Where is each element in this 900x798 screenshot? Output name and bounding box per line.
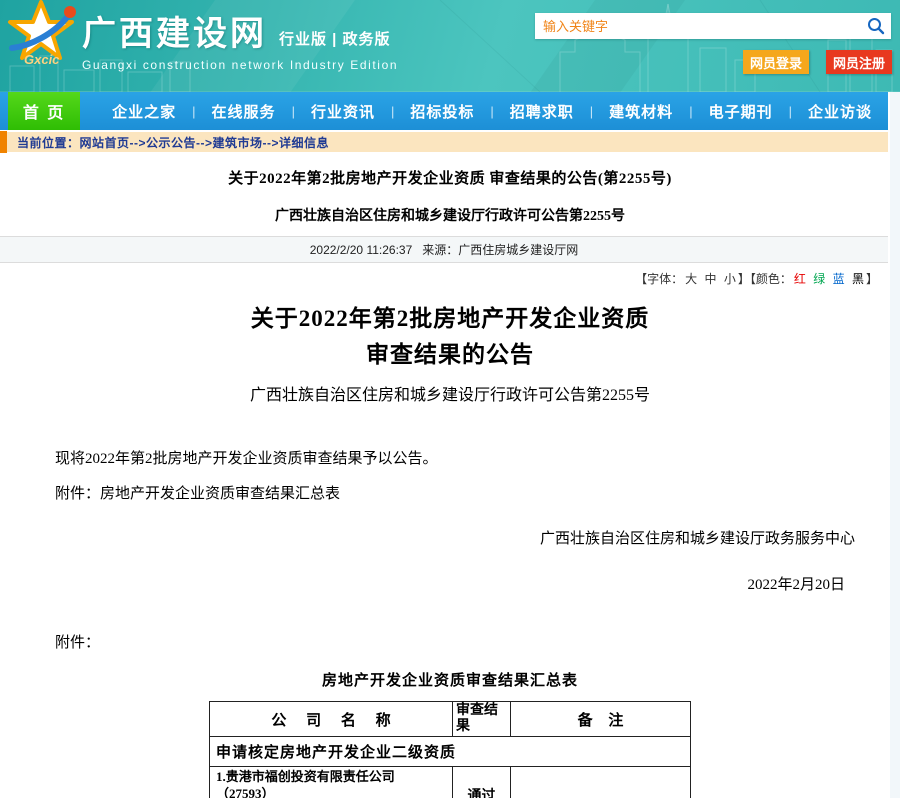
font-size-label: 【字体： — [635, 272, 683, 286]
source-label: 来源：广西住房城乡建设厅网 — [422, 241, 578, 258]
result-table: 公 司 名 称 审查结果 备 注 申请核定房地产开发企业二级资质 1.贵港市福创… — [209, 701, 691, 798]
nav-item[interactable]: 招标投标 — [394, 101, 490, 122]
nav-item[interactable]: 企业访谈 — [792, 101, 888, 122]
account-buttons: 网员登录 网员注册 — [743, 50, 892, 74]
page-edge-strip — [890, 92, 900, 798]
color-label: 【颜色： — [750, 272, 792, 286]
member-login-button[interactable]: 网员登录 — [743, 50, 809, 74]
search-box — [535, 13, 891, 39]
result-table-wrapper: 公 司 名 称 审查结果 备 注 申请核定房地产开发企业二级资质 1.贵港市福创… — [209, 701, 691, 798]
search-input[interactable] — [535, 14, 861, 38]
table-header-row: 公 司 名 称 审查结果 备 注 — [210, 702, 691, 737]
logo-text: Gxcic — [24, 52, 60, 67]
breadcrumb[interactable]: 当前位置：网站首页-->公示公告-->建筑市场-->详细信息 — [17, 134, 329, 151]
article-title: 关于2022年第2批房地产开发企业资质 审查结果的公告 — [0, 301, 900, 372]
article-title-line1: 关于2022年第2批房地产开发企业资质 — [0, 301, 900, 337]
issue-date: 2022年2月20日 — [0, 573, 900, 594]
site-logo-star-icon[interactable]: Gxcic — [4, 0, 78, 70]
color-blue[interactable]: 蓝 — [831, 272, 847, 286]
site-name: 广西建设网 — [82, 6, 267, 55]
section-label: 申请核定房地产开发企业二级资质 — [210, 737, 691, 767]
brand-block: 广西建设网 行业版 | 政务版 Guangxi construction net… — [82, 6, 398, 72]
company-name: 1.贵港市福创投资有限责任公司（27593） — [216, 769, 446, 798]
article-subtitle: 广西壮族自治区住房和城乡建设厅行政许可公告第2255号 — [0, 381, 900, 405]
font-size-large[interactable]: 大 — [683, 272, 699, 286]
main-nav: 首 页 企业之家|在线服务|行业资讯|招标投标|招聘求职|建筑材料|电子期刊|企… — [0, 92, 888, 130]
font-size-close: 】 — [738, 272, 750, 286]
search-icon — [867, 17, 885, 35]
publish-datetime: 2022/2/20 11:26:37 — [310, 243, 413, 257]
article-body: 关于2022年第2批房地产开发企业资质 审查结果的公告 广西壮族自治区住房和城乡… — [0, 301, 900, 798]
breadcrumb-bar: 当前位置：网站首页-->公示公告-->建筑市场-->详细信息 — [0, 130, 888, 152]
color-black[interactable]: 黑 — [850, 272, 866, 286]
table-row: 1.贵港市福创投资有限责任公司（27593）法定代表人：黄正良通过 — [210, 767, 691, 798]
article-paragraph: 现将2022年第2批房地产开发企业资质审查结果予以公告。 — [55, 447, 900, 468]
edition-links[interactable]: 行业版 | 政务版 — [279, 28, 391, 55]
header-result: 审查结果 — [453, 702, 511, 737]
table-body: 申请核定房地产开发企业二级资质 1.贵港市福创投资有限责任公司（27593）法定… — [210, 737, 691, 798]
color-close: 】 — [866, 272, 878, 286]
note-cell — [511, 767, 691, 798]
company-cell: 1.贵港市福创投资有限责任公司（27593）法定代表人：黄正良 — [210, 767, 453, 798]
article-title-line2: 审查结果的公告 — [0, 337, 900, 373]
site-tagline: Guangxi construction network Industry Ed… — [82, 58, 398, 72]
page-title: 关于2022年第2批房地产开发企业资质 审查结果的公告(第2255号) — [0, 167, 900, 188]
nav-item[interactable]: 企业之家 — [96, 101, 192, 122]
nav-item[interactable]: 招聘求职 — [494, 101, 590, 122]
header-note: 备 注 — [511, 702, 691, 737]
nav-item[interactable]: 在线服务 — [196, 101, 292, 122]
site-header: Gxcic 广西建设网 行业版 | 政务版 Guangxi constructi… — [0, 0, 900, 92]
page: Gxcic 广西建设网 行业版 | 政务版 Guangxi constructi… — [0, 0, 900, 798]
color-red[interactable]: 红 — [792, 272, 808, 286]
table-title: 房地产开发企业资质审查结果汇总表 — [0, 669, 900, 690]
view-controls: 【字体：大 中 小】【颜色：红 绿 蓝 黑】 — [0, 270, 878, 287]
page-subtitle: 广西壮族自治区住房和城乡建设厅行政许可公告第2255号 — [0, 205, 900, 225]
attachment-reference: 附件：房地产开发企业资质审查结果汇总表 — [55, 482, 900, 503]
font-size-small[interactable]: 小 — [722, 272, 738, 286]
section-row: 申请核定房地产开发企业二级资质 — [210, 737, 691, 767]
nav-item[interactable]: 建筑材料 — [593, 101, 689, 122]
issuer-signature: 广西壮族自治区住房和城乡建设厅政务服务中心 — [0, 527, 900, 548]
nav-item-home[interactable]: 首 页 — [8, 92, 80, 130]
color-green[interactable]: 绿 — [811, 272, 827, 286]
attachment-label: 附件： — [55, 631, 900, 652]
nav-item[interactable]: 行业资讯 — [295, 101, 391, 122]
result-cell: 通过 — [453, 767, 511, 798]
font-size-medium[interactable]: 中 — [702, 272, 718, 286]
search-button[interactable] — [861, 13, 891, 39]
article-meta: 2022/2/20 11:26:37 来源：广西住房城乡建设厅网 — [0, 236, 888, 263]
breadcrumb-marker — [0, 131, 7, 153]
member-register-button[interactable]: 网员注册 — [826, 50, 892, 74]
nav-items: 企业之家|在线服务|行业资讯|招标投标|招聘求职|建筑材料|电子期刊|企业访谈 — [96, 92, 888, 130]
header-company: 公 司 名 称 — [210, 702, 453, 737]
nav-item[interactable]: 电子期刊 — [693, 101, 789, 122]
